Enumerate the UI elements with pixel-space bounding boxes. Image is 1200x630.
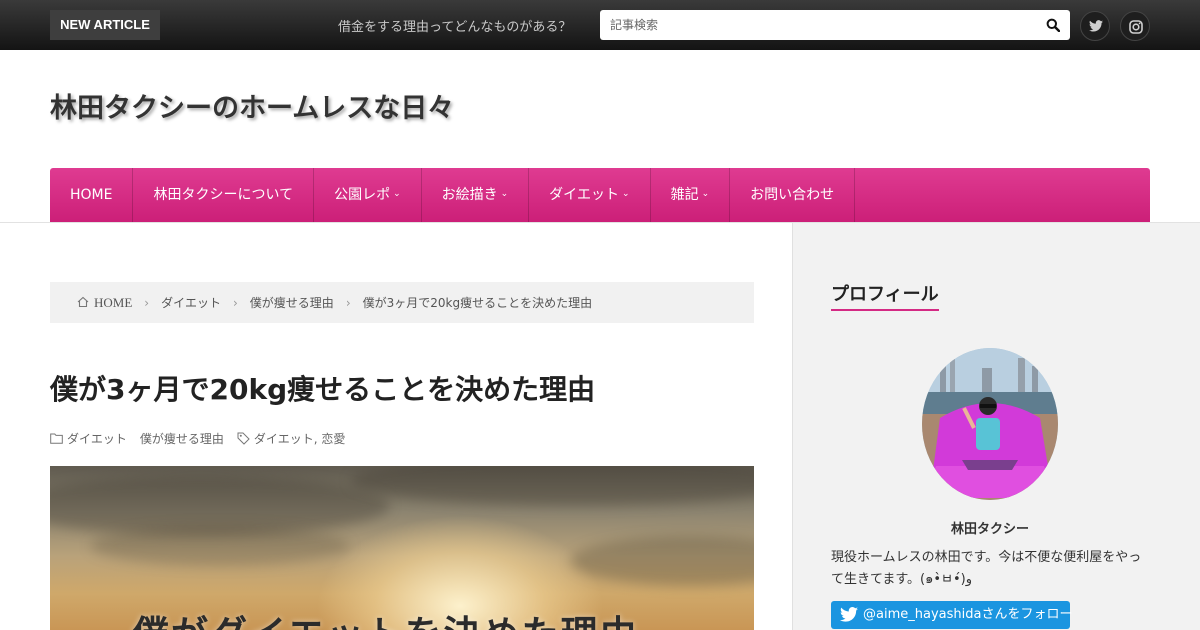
tag-icon <box>237 432 250 445</box>
chevron-right-icon: › <box>345 295 351 310</box>
post-meta: ダイエット 僕が痩せる理由 ダイエット, 恋愛 <box>50 430 345 447</box>
breadcrumb-category[interactable]: ダイエット <box>161 294 221 311</box>
breadcrumb-subcategory[interactable]: 僕が痩せる理由 <box>250 294 334 311</box>
nav-item-diet[interactable]: ダイエット ⌄ <box>529 168 651 222</box>
nav-item-contact[interactable]: お問い合わせ <box>730 168 856 222</box>
chevron-down-icon: ⌄ <box>701 189 710 199</box>
top-bar: NEW ARTICLE 借金をする理由ってどんなものがある？ <box>0 0 1200 50</box>
breadcrumb: HOME › ダイエット › 僕が痩せる理由 › 僕が3ヶ月で20kg痩せること… <box>50 282 754 323</box>
nav-item-park-report[interactable]: 公園レポ ⌄ <box>314 168 422 222</box>
nav-item-drawing[interactable]: お絵描き ⌄ <box>422 168 530 222</box>
chevron-right-icon: › <box>232 295 238 310</box>
chevron-right-icon: › <box>144 295 150 310</box>
chevron-down-icon: ⌄ <box>500 189 509 199</box>
new-article-label: NEW ARTICLE <box>50 10 160 40</box>
category-link[interactable]: 僕が痩せる理由 <box>140 430 224 447</box>
ticker-link[interactable]: 借金をする理由ってどんなものがある？ <box>338 16 571 35</box>
twitter-icon[interactable] <box>1080 11 1110 41</box>
twitter-follow-button[interactable]: @aime_hayashidaさんをフォロー <box>831 601 1073 629</box>
instagram-icon[interactable] <box>1120 11 1150 41</box>
nav-item-label: お絵描き <box>441 187 498 203</box>
breadcrumb-home[interactable]: HOME <box>94 295 132 311</box>
breadcrumb-current: 僕が3ヶ月で20kg痩せることを決めた理由 <box>362 296 593 310</box>
chevron-down-icon: ⌄ <box>622 189 630 199</box>
home-icon <box>77 296 89 311</box>
profile-name: 林田タクシー <box>950 522 1029 537</box>
tag-links[interactable]: ダイエット, 恋愛 <box>254 430 346 447</box>
category-link[interactable]: ダイエット <box>67 430 127 447</box>
post-title: 僕が3ヶ月で20kg痩せることを決めた理由 <box>50 373 596 406</box>
nav-item-label: 公園レポ <box>334 187 391 203</box>
nav-item-label: お問い合わせ <box>750 187 835 203</box>
folder-icon <box>50 433 63 444</box>
profile-description: 現役ホームレスの林田です。今は不便な便利屋をやって生きてます。(๑•̀ㅂ•́)و <box>831 550 1142 587</box>
follow-label: @aime_hayashidaさんをフォロー <box>863 607 1073 622</box>
main-nav: HOME 林田タクシーについて 公園レポ ⌄ お絵描き ⌄ ダイエット ⌄ 雑記 ⌄ お… <box>50 168 1150 222</box>
hero-caption: 僕がダイエットを決めた理由 <box>132 604 639 630</box>
search-icon[interactable] <box>1046 17 1062 33</box>
chevron-down-icon: ⌄ <box>393 189 401 199</box>
site-title[interactable]: 林田タクシーのホームレスな日々 <box>50 86 454 125</box>
search-input[interactable] <box>600 10 1040 40</box>
nav-item-label: 雑記 <box>670 187 699 203</box>
nav-item-misc[interactable]: 雑記 ⌄ <box>651 168 731 222</box>
nav-item-about[interactable]: 林田タクシーについて <box>133 168 315 222</box>
nav-item-home[interactable]: HOME <box>50 168 134 222</box>
nav-item-label: HOME <box>70 187 113 203</box>
nav-item-label: 林田タクシーについて <box>153 187 294 203</box>
search-box <box>600 10 1070 40</box>
avatar <box>922 348 1058 500</box>
twitter-icon <box>840 607 858 622</box>
hero-image: 僕がダイエットを決めた理由 <box>50 466 754 630</box>
nav-item-label: ダイエット <box>549 187 620 203</box>
widget-title: プロフィール <box>831 280 939 311</box>
